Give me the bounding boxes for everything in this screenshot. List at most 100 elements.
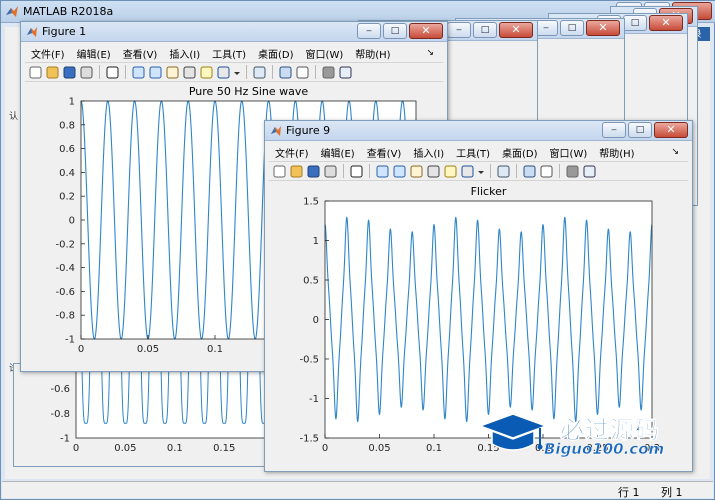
link-plot-icon[interactable]	[252, 65, 267, 80]
background-figure-window[interactable]: -0.6 -0.8 -1 0 0.05 0.1 0.15	[13, 363, 273, 467]
figure-9-toolbar	[269, 161, 688, 181]
matlab-logo-icon	[27, 27, 37, 37]
figure-1-menu-bar: 文件(F) 编辑(E) 查看(V) 插入(I) 工具(T) 桌面(D) 窗口(W…	[25, 44, 443, 62]
select-arrow-icon[interactable]	[349, 164, 364, 179]
y-tick-label: -1.5	[299, 434, 319, 445]
y-tick-label: -1	[309, 394, 319, 405]
dropdown-icon[interactable]	[477, 164, 485, 179]
brush-icon[interactable]	[216, 65, 231, 80]
data-cursor-icon[interactable]	[443, 164, 458, 179]
menu-view[interactable]: 查看(V)	[117, 44, 164, 62]
hide-tools-icon[interactable]	[321, 65, 336, 80]
left-panel-glyph: 认	[9, 112, 19, 122]
main-window-title: MATLAB R2018a	[23, 5, 114, 18]
y-tick-label: 0.2	[59, 192, 75, 203]
legend-icon[interactable]	[295, 65, 310, 80]
background-plot: -0.6 -0.8 -10 0.05 0.1 0.15	[50, 364, 267, 454]
rotate-3d-icon[interactable]	[426, 164, 441, 179]
open-folder-icon[interactable]	[45, 65, 60, 80]
toolbar-separator	[246, 65, 247, 79]
maximize-button[interactable]: □	[560, 20, 584, 36]
figure-1-title: Figure 1	[42, 25, 87, 38]
open-folder-icon[interactable]	[289, 164, 304, 179]
save-icon[interactable]	[306, 164, 321, 179]
x-tick-label: 0	[73, 443, 79, 454]
menu-view[interactable]: 查看(V)	[361, 143, 408, 161]
zoom-out-icon[interactable]	[392, 164, 407, 179]
figure-9-title: Figure 9	[286, 124, 331, 137]
menu-tools[interactable]: 工具(T)	[450, 143, 496, 161]
y-tick-label: -0.2	[55, 239, 75, 250]
link-plot-icon[interactable]	[496, 164, 511, 179]
maximize-button[interactable]: □	[383, 23, 407, 39]
brush-icon[interactable]	[460, 164, 475, 179]
new-file-icon[interactable]	[272, 164, 287, 179]
menu-file[interactable]: 文件(F)	[269, 143, 315, 161]
graduation-cap-icon	[478, 413, 548, 451]
y-tick-label: 0	[69, 216, 75, 227]
minimize-button[interactable]: ‒	[602, 122, 626, 138]
menu-edit[interactable]: 编辑(E)	[71, 44, 117, 62]
menu-file[interactable]: 文件(F)	[25, 44, 71, 62]
dock-icon[interactable]: ↘	[420, 46, 440, 58]
colorbar-icon[interactable]	[522, 164, 537, 179]
show-tools-icon[interactable]	[338, 65, 353, 80]
menu-insert[interactable]: 插入(I)	[407, 143, 450, 161]
close-button[interactable]: ✕	[499, 22, 533, 38]
minimize-button[interactable]: ‒	[357, 23, 381, 39]
plot-title: Pure 50 Hz Sine wave	[189, 85, 309, 98]
select-arrow-icon[interactable]	[105, 65, 120, 80]
menu-help[interactable]: 帮助(H)	[349, 44, 396, 62]
close-button[interactable]: ✕	[586, 20, 620, 36]
x-tick-label: 0.05	[368, 443, 390, 454]
x-tick-label: 0.1	[426, 443, 442, 454]
menu-tools[interactable]: 工具(T)	[206, 44, 252, 62]
x-tick-label: 0.15	[213, 443, 235, 454]
pan-hand-icon[interactable]	[165, 65, 180, 80]
matlab-logo-icon	[6, 6, 18, 17]
close-button[interactable]: ✕	[409, 23, 443, 39]
menu-insert[interactable]: 插入(I)	[163, 44, 206, 62]
menu-desktop[interactable]: 桌面(D)	[252, 44, 300, 62]
menu-window[interactable]: 窗口(W)	[300, 44, 350, 62]
menu-help[interactable]: 帮助(H)	[593, 143, 640, 161]
print-icon[interactable]	[79, 65, 94, 80]
save-icon[interactable]	[62, 65, 77, 80]
toolbar-separator	[125, 65, 126, 79]
maximize-button[interactable]: □	[628, 122, 652, 138]
hide-tools-icon[interactable]	[565, 164, 580, 179]
maximize-button[interactable]: □	[623, 15, 647, 31]
toolbar-separator	[315, 65, 316, 79]
y-tick-label: 0.5	[303, 276, 319, 287]
menu-desktop[interactable]: 桌面(D)	[496, 143, 544, 161]
rotate-3d-icon[interactable]	[182, 65, 197, 80]
menu-window[interactable]: 窗口(W)	[544, 143, 594, 161]
figure-1-title-bar[interactable]: Figure 1 ‒ □ ✕	[21, 22, 447, 42]
colorbar-icon[interactable]	[278, 65, 293, 80]
pan-hand-icon[interactable]	[409, 164, 424, 179]
maximize-button[interactable]: □	[473, 22, 497, 38]
dock-icon[interactable]: ↘	[665, 145, 685, 157]
minimize-button[interactable]: ‒	[447, 22, 471, 38]
data-cursor-icon[interactable]	[199, 65, 214, 80]
zoom-in-icon[interactable]	[375, 164, 390, 179]
x-tick-label: 0.1	[207, 344, 223, 355]
y-tick-label: -0.8	[50, 409, 70, 420]
y-tick-label: 1.5	[303, 197, 319, 208]
close-button[interactable]: ✕	[649, 15, 683, 31]
figure-9-title-bar[interactable]: Figure 9 ‒ □ ✕	[265, 121, 692, 141]
close-button[interactable]: ✕	[654, 122, 688, 138]
toolbar-separator	[490, 164, 491, 178]
x-tick-label: 0	[322, 443, 328, 454]
zoom-out-icon[interactable]	[148, 65, 163, 80]
status-bar: 行 1 列 1	[2, 481, 713, 499]
y-tick-label: 1	[313, 236, 319, 247]
print-icon[interactable]	[323, 164, 338, 179]
menu-edit[interactable]: 编辑(E)	[315, 143, 361, 161]
zoom-in-icon[interactable]	[131, 65, 146, 80]
x-tick-label: 0.05	[114, 443, 136, 454]
show-tools-icon[interactable]	[582, 164, 597, 179]
legend-icon[interactable]	[539, 164, 554, 179]
new-file-icon[interactable]	[28, 65, 43, 80]
dropdown-icon[interactable]	[233, 65, 241, 80]
